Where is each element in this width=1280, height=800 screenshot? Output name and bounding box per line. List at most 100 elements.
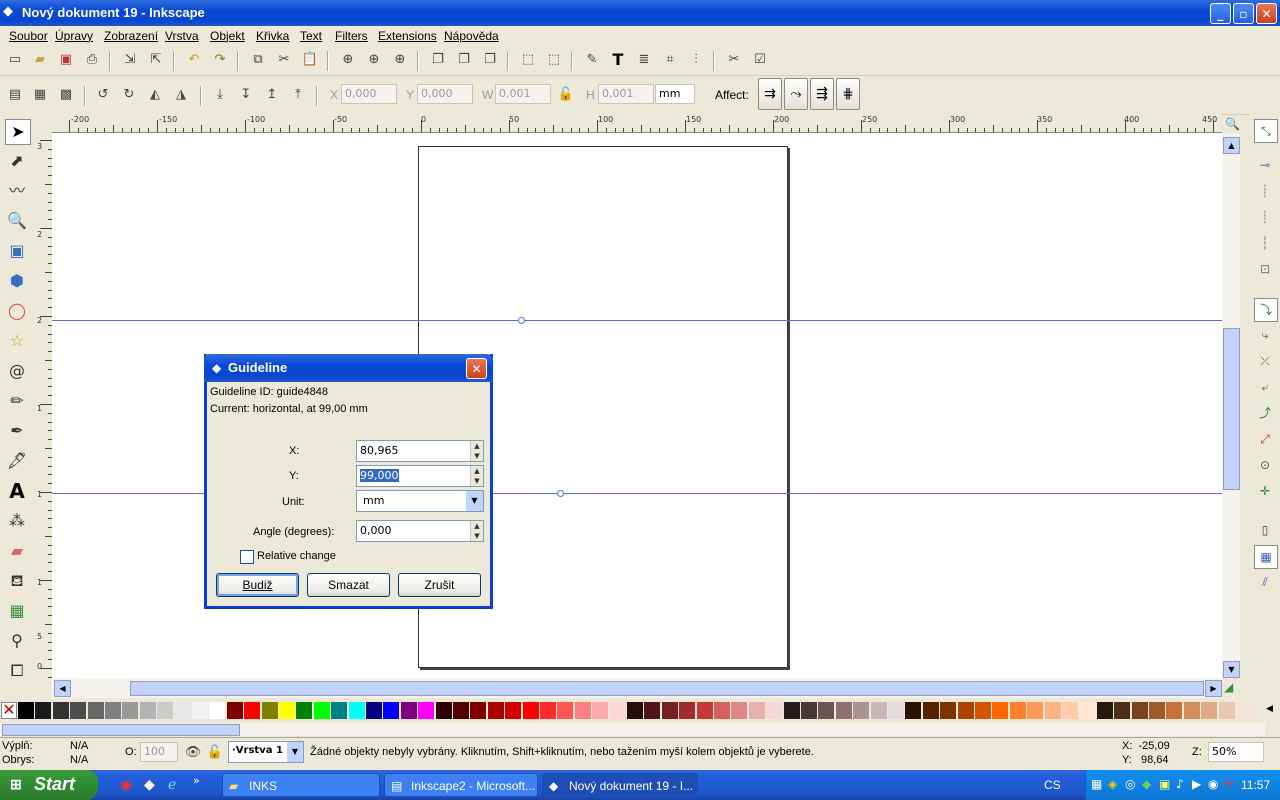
3d-box-tool-icon[interactable]: ⬢ — [5, 269, 29, 293]
layer-visibility-icon[interactable]: 👁 — [183, 743, 203, 763]
affect-patterns-toggle[interactable]: ⋕ — [836, 78, 860, 110]
color-swatch[interactable] — [400, 702, 417, 719]
start-button[interactable]: ⊞ Start — [0, 770, 98, 800]
color-swatch[interactable] — [1218, 702, 1235, 719]
layer-select[interactable]: ·Vrstva 1 ▼ — [228, 741, 304, 763]
unlink-clone-icon[interactable]: ❐ — [480, 50, 500, 70]
color-swatch[interactable] — [696, 702, 713, 719]
snap-enable-icon[interactable]: ⤡ — [1254, 119, 1278, 143]
dialog-title-bar[interactable]: ◆ Guideline ✕ — [204, 354, 493, 382]
palette-scroll-thumb[interactable] — [2, 724, 240, 736]
node-tool-icon[interactable]: ⬈ — [5, 149, 29, 173]
color-swatch[interactable] — [888, 702, 904, 719]
palette-scrollbar[interactable] — [0, 723, 1265, 736]
snap-midpoints-icon[interactable]: ⤢ — [1254, 428, 1276, 450]
color-swatch[interactable] — [783, 702, 800, 719]
horizontal-scroll-thumb[interactable] — [130, 681, 1204, 696]
pen-tool-icon[interactable]: ✒ — [5, 419, 29, 443]
task-inkscape[interactable]: ◆ Nový dokument 19 - I... — [542, 773, 698, 797]
color-swatch[interactable] — [766, 702, 783, 719]
tray-volume-icon[interactable]: ♪ — [1176, 777, 1184, 791]
star-tool-icon[interactable]: ☆ — [5, 329, 29, 353]
duplicate-icon[interactable]: ❐ — [428, 50, 448, 70]
snap-smooth-icon[interactable]: ⤴ — [1254, 402, 1276, 424]
flip-vertical-icon[interactable]: ◮ — [171, 85, 191, 105]
redo-icon[interactable]: ↷ — [210, 50, 230, 70]
spray-tool-icon[interactable]: ⁂ — [5, 509, 29, 533]
pencil-tool-icon[interactable]: ✏ — [5, 389, 29, 413]
color-swatch[interactable] — [975, 702, 991, 719]
color-swatch[interactable] — [540, 702, 556, 719]
delete-button[interactable]: Smazat — [307, 573, 390, 597]
color-swatch[interactable] — [18, 702, 34, 719]
color-swatch[interactable] — [1131, 702, 1148, 719]
color-swatch[interactable] — [470, 702, 487, 719]
menu-vrstva[interactable]: Vrstva — [165, 29, 199, 43]
color-swatch[interactable] — [957, 702, 974, 719]
color-swatch[interactable] — [748, 702, 765, 719]
snap-object-center-icon[interactable]: ⊙ — [1254, 454, 1276, 476]
color-swatch[interactable] — [714, 702, 730, 719]
new-document-icon[interactable]: ▭ — [5, 50, 25, 70]
undo-icon[interactable]: ↶ — [184, 50, 204, 70]
snap-page-border-icon[interactable]: ▯ — [1254, 519, 1276, 541]
color-swatch[interactable] — [1044, 702, 1061, 719]
color-swatch[interactable] — [1201, 702, 1218, 719]
menu-soubor[interactable]: Soubor — [9, 29, 48, 43]
scroll-right-button[interactable]: ▶ — [1205, 680, 1222, 697]
snap-guides-icon[interactable]: ⫽ — [1254, 571, 1276, 593]
tray-audio-icon[interactable]: ◉ — [1208, 777, 1218, 791]
unit-select[interactable]: mm ▼ — [356, 490, 484, 512]
select-all-layers-icon[interactable]: ▦ — [30, 85, 50, 105]
rotate-cw-icon[interactable]: ↻ — [119, 85, 139, 105]
tray-device-icon[interactable]: ▣ — [1159, 777, 1170, 791]
color-swatch[interactable] — [1149, 702, 1165, 719]
chrome-quicklaunch-icon[interactable]: ◉ — [120, 777, 132, 793]
color-swatch[interactable] — [1009, 702, 1026, 719]
snap-bbox-center-icon[interactable]: ⊡ — [1254, 258, 1276, 280]
y-input[interactable]: 0,000 — [417, 84, 473, 104]
tray-sync-icon[interactable]: ◎ — [1125, 777, 1135, 791]
text-tool-icon[interactable]: A — [5, 479, 29, 503]
color-swatch[interactable] — [296, 702, 313, 719]
color-swatch[interactable] — [731, 702, 748, 719]
more-quicklaunch-icon[interactable]: » — [193, 774, 200, 787]
color-swatch[interactable] — [122, 702, 139, 719]
color-swatch[interactable] — [1114, 702, 1131, 719]
h-input[interactable]: 0,001 — [598, 84, 654, 104]
x-field-spinner[interactable]: ▲ ▼ — [470, 441, 483, 461]
color-swatch[interactable] — [174, 702, 191, 719]
color-swatch[interactable] — [522, 702, 539, 719]
color-swatch[interactable] — [1166, 702, 1183, 719]
affect-gradients-toggle[interactable]: ⇶ — [810, 78, 834, 110]
color-swatch[interactable] — [313, 702, 330, 719]
color-swatch[interactable] — [192, 702, 208, 719]
cancel-button[interactable]: Zrušit — [398, 573, 481, 597]
lower-icon[interactable]: ↧ — [236, 85, 256, 105]
menu-zobrazeni[interactable]: Zobrazení — [104, 29, 158, 43]
snap-cusp-icon[interactable]: ⤶ — [1254, 376, 1276, 398]
x-field[interactable]: 80,965 ▲ ▼ — [356, 440, 484, 462]
connector-tool-icon[interactable]: ⧠ — [5, 659, 29, 683]
color-swatch[interactable] — [1096, 702, 1113, 719]
angle-field-spinner[interactable]: ▲ ▼ — [470, 521, 483, 541]
zoom-tool-icon[interactable]: 🔍 — [5, 209, 29, 233]
horizontal-scrollbar[interactable]: ◀ ▶ — [52, 678, 1222, 698]
relative-change-checkbox[interactable] — [240, 550, 254, 564]
snap-grid-icon[interactable]: ▦ — [1254, 545, 1278, 569]
chevron-down-icon[interactable]: ▼ — [287, 742, 303, 762]
ellipse-tool-icon[interactable]: ◯ — [5, 299, 29, 323]
tweak-tool-icon[interactable]: 〰 — [5, 179, 29, 203]
color-swatch[interactable] — [435, 702, 452, 719]
flip-horizontal-icon[interactable]: ◭ — [145, 85, 165, 105]
color-swatch[interactable] — [331, 702, 348, 719]
y-field[interactable]: 99,000 ▲ ▼ — [356, 465, 484, 487]
angle-field[interactable]: 0,000 ▲ ▼ — [356, 520, 484, 542]
color-swatch[interactable] — [279, 702, 295, 719]
snap-bbox-edge-icon[interactable]: ┊ — [1254, 180, 1276, 202]
menu-krivka[interactable]: Křivka — [256, 29, 289, 43]
language-indicator[interactable]: CS — [1044, 778, 1061, 792]
deselect-icon[interactable]: ▩ — [56, 85, 76, 105]
color-swatch[interactable] — [87, 702, 104, 719]
color-swatch[interactable] — [557, 702, 574, 719]
